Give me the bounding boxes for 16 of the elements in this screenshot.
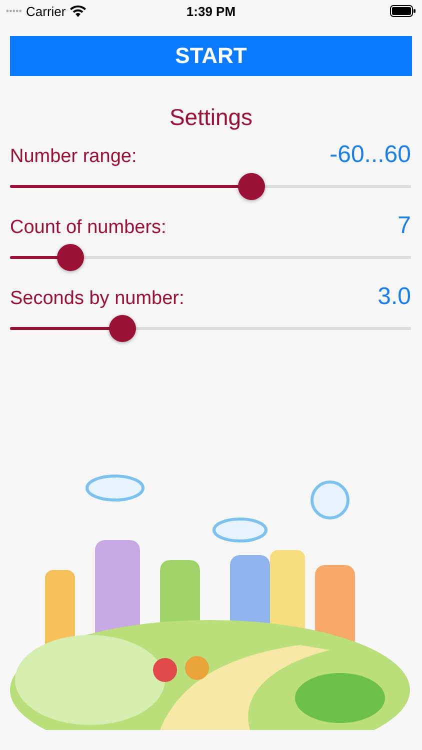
setting-label: Count of numbers: (10, 217, 166, 239)
setting-label: Number range: (10, 146, 137, 168)
setting-value: -60...60 (330, 141, 411, 169)
setting-value: 3.0 (378, 283, 411, 311)
status-time: 1:39 PM (185, 4, 237, 18)
battery-icon (390, 5, 416, 17)
slider-thumb[interactable] (238, 173, 265, 200)
settings-title: Settings (168, 104, 254, 131)
slider-thumb[interactable] (57, 244, 84, 271)
start-button[interactable]: START (10, 36, 412, 76)
slider-thumb[interactable] (109, 315, 136, 342)
signal-icon (6, 9, 22, 13)
setting-value: 7 (398, 212, 411, 240)
wifi-icon (70, 5, 86, 17)
setting-label: Seconds by number: (10, 288, 184, 310)
carrier-name: Carrier (26, 4, 66, 18)
